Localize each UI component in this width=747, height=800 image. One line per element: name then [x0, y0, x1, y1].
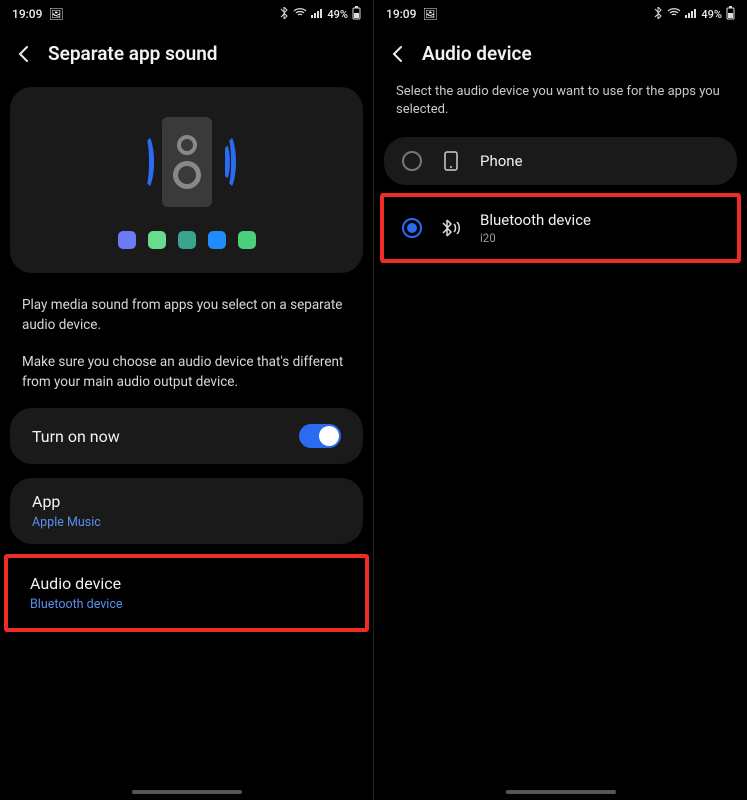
toggle-label: Turn on now	[32, 427, 120, 446]
battery-icon	[726, 6, 735, 23]
wifi-icon	[293, 8, 307, 21]
back-icon[interactable]	[14, 44, 34, 64]
radio-selected-icon[interactable]	[402, 218, 422, 238]
wifi-icon	[667, 8, 681, 21]
audio-device-row[interactable]: Audio device Bluetooth device	[8, 558, 365, 628]
description-2: Make sure you choose an audio device tha…	[0, 348, 373, 405]
bluetooth-icon	[279, 7, 289, 22]
turn-on-row[interactable]: Turn on now	[10, 408, 363, 464]
subhead: Select the audio device you want to use …	[374, 83, 747, 133]
audio-device-title: Audio device	[30, 574, 121, 593]
turn-on-toggle[interactable]	[299, 424, 341, 448]
signal-icon	[311, 8, 323, 21]
battery-percent: 49%	[701, 8, 722, 21]
speaker-icon	[162, 117, 212, 207]
audio-device-value: Bluetooth device	[30, 597, 123, 612]
audio-device-highlight: Audio device Bluetooth device	[4, 554, 369, 632]
battery-percent: 49%	[327, 8, 348, 21]
status-time: 19:09	[386, 7, 416, 21]
status-bar: 19:09 🖼 49%	[0, 0, 373, 28]
battery-icon	[352, 6, 361, 23]
bluetooth-icon	[653, 7, 663, 22]
nav-bar[interactable]	[506, 790, 616, 794]
status-bar: 19:09 🖼 49%	[374, 0, 747, 28]
header: Audio device	[374, 28, 747, 83]
app-row[interactable]: App Apple Music	[10, 478, 363, 544]
device-label: Bluetooth device	[480, 211, 591, 229]
nav-bar[interactable]	[132, 790, 242, 794]
header: Separate app sound	[0, 28, 373, 83]
settings-group: App Apple Music	[10, 478, 363, 544]
page-title: Audio device	[422, 42, 532, 65]
signal-icon	[685, 8, 697, 21]
device-sublabel: i20	[480, 231, 591, 245]
phone-icon	[440, 151, 462, 171]
bluetooth-device-highlight: Bluetooth device i20	[380, 193, 741, 263]
status-time: 19:09	[12, 7, 42, 21]
device-option-bluetooth[interactable]: Bluetooth device i20	[384, 197, 737, 259]
screen-separate-app-sound: 19:09 🖼 49% Separate app sound	[0, 0, 373, 800]
bluetooth-audio-icon	[440, 218, 462, 238]
device-label: Phone	[480, 152, 523, 170]
page-title: Separate app sound	[48, 42, 218, 65]
color-dots	[118, 231, 256, 249]
screen-audio-device: 19:09 🖼 49% Audio device Select the audi…	[373, 0, 747, 800]
device-list: Phone	[384, 137, 737, 185]
app-row-value: Apple Music	[32, 515, 101, 530]
description-1: Play media sound from apps you select on…	[0, 283, 373, 348]
image-icon: 🖼	[48, 7, 63, 21]
radio-unselected-icon[interactable]	[402, 151, 422, 171]
device-option-phone[interactable]: Phone	[384, 137, 737, 185]
image-icon: 🖼	[422, 7, 437, 21]
app-row-title: App	[32, 492, 60, 511]
hero-illustration-card	[10, 87, 363, 273]
back-icon[interactable]	[388, 44, 408, 64]
